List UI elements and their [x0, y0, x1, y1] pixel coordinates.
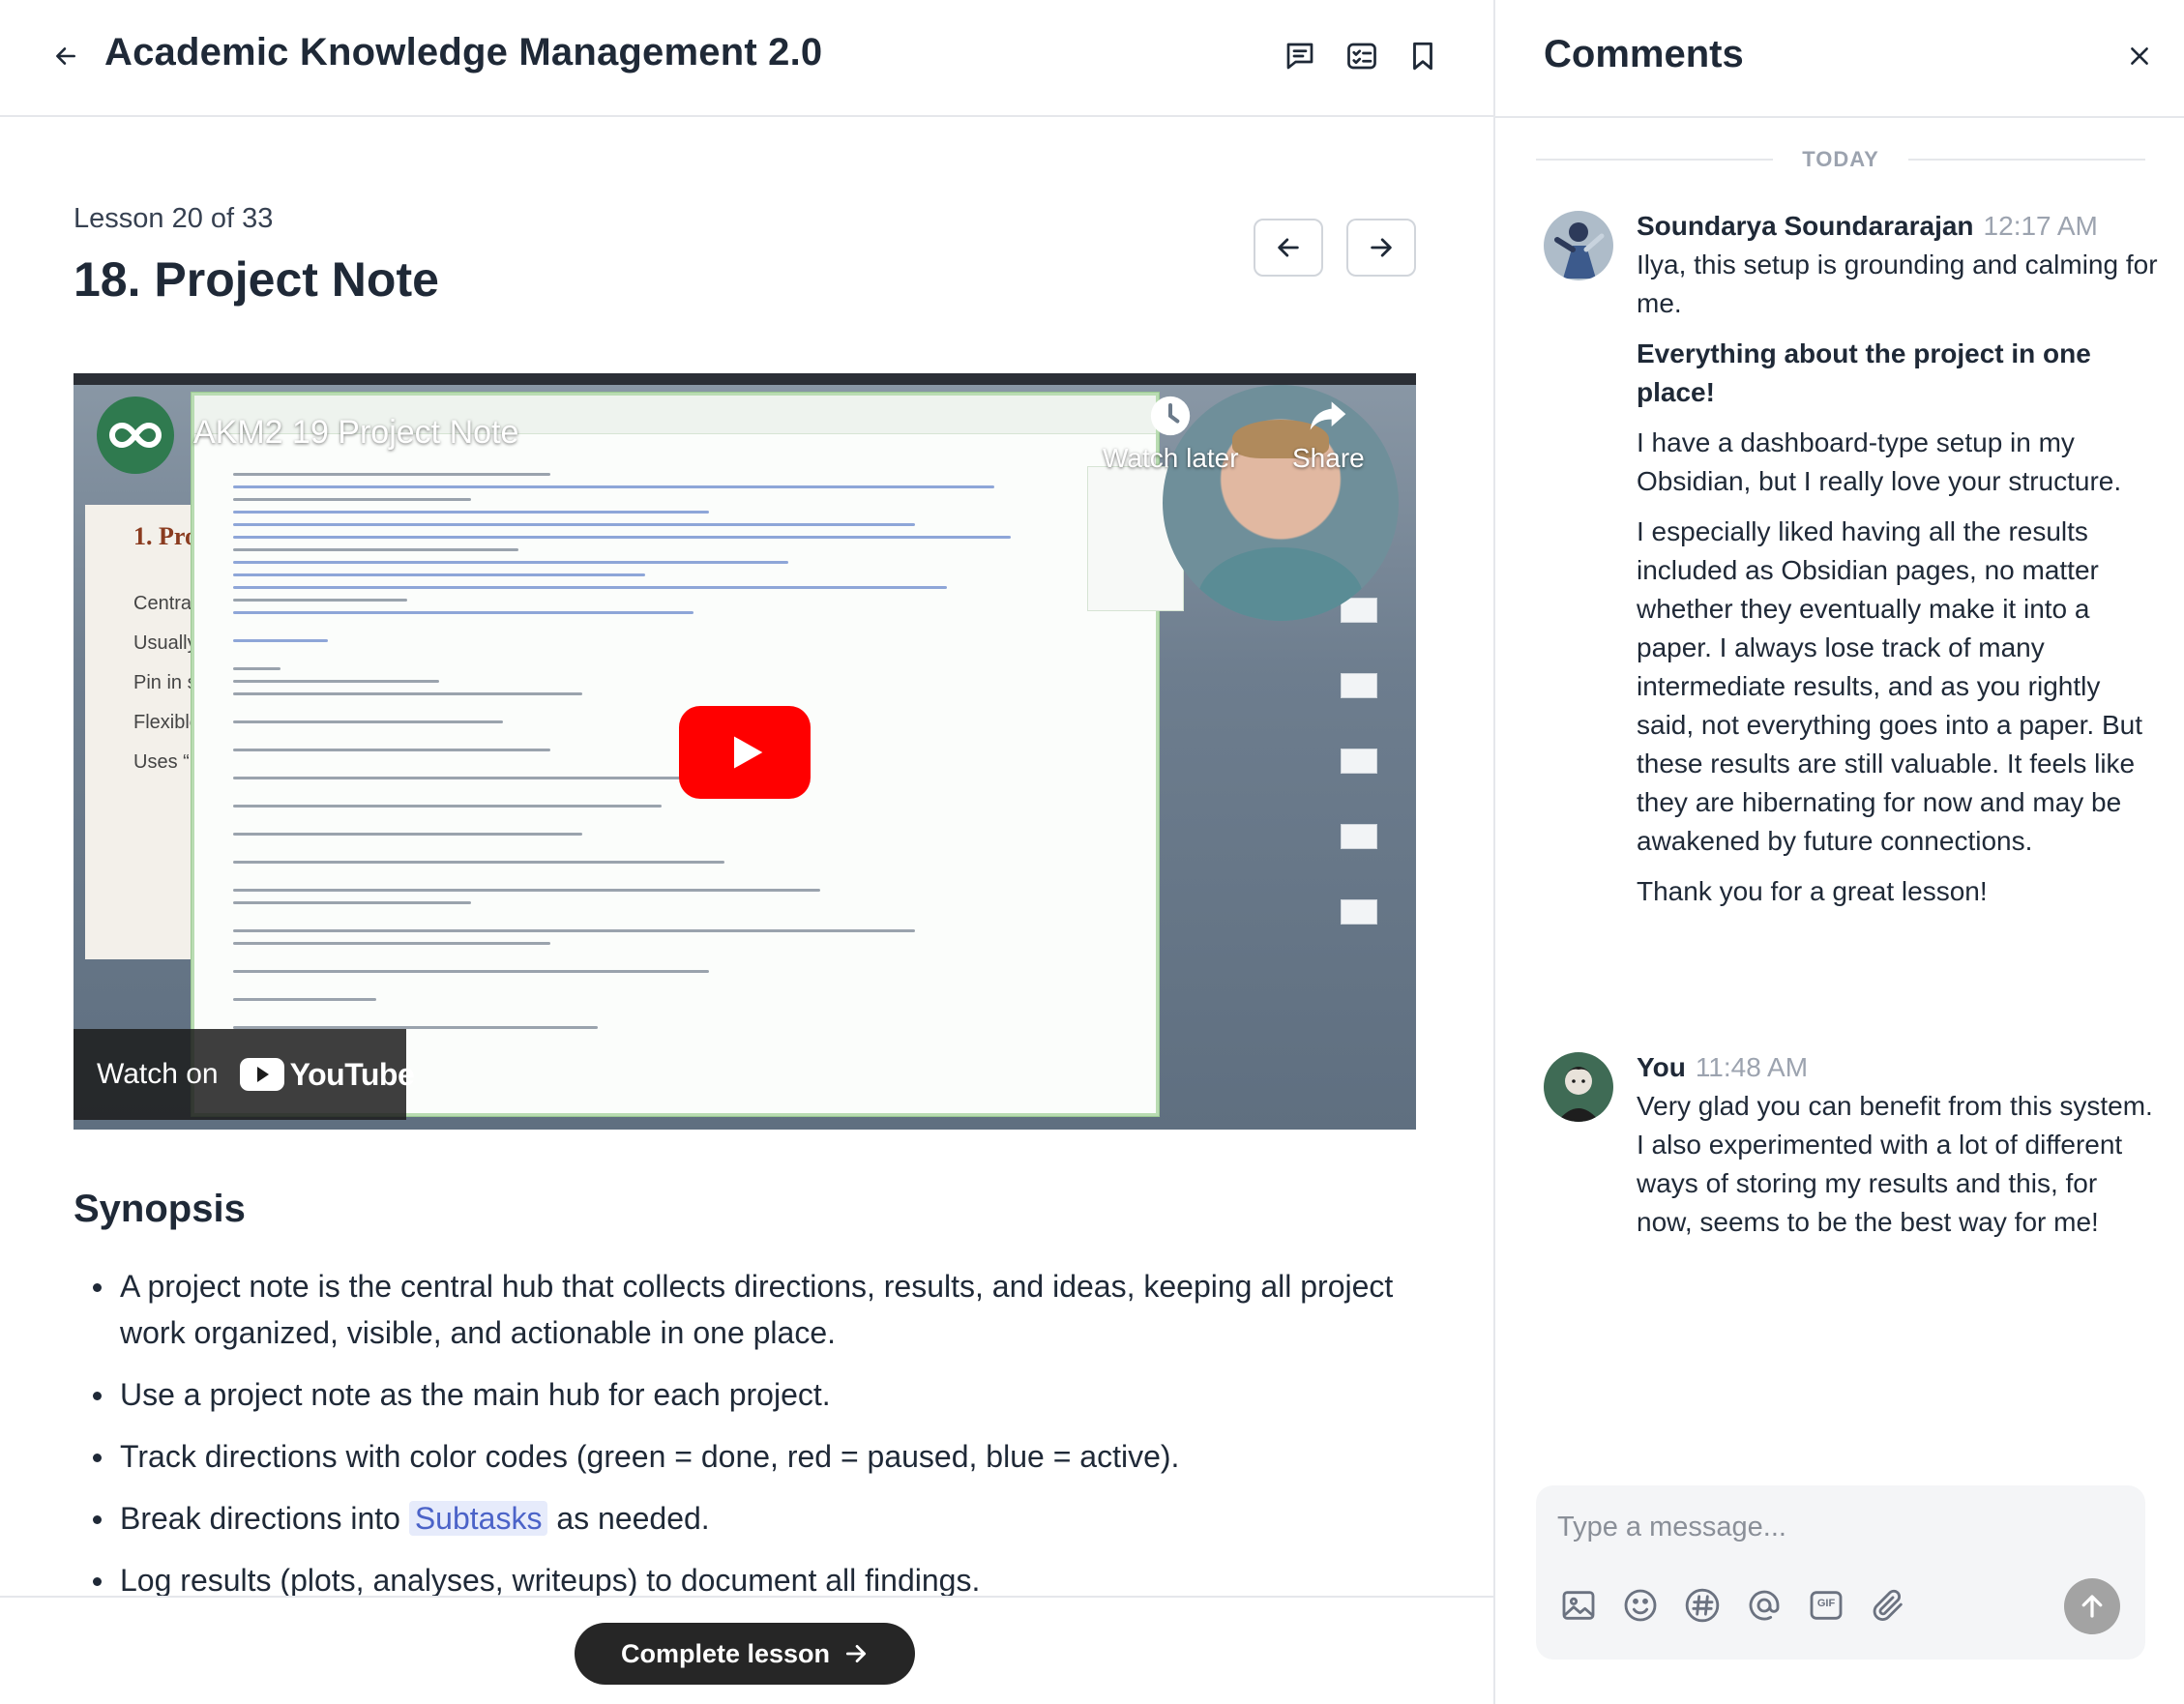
video-slide-line: Uses “	[133, 751, 190, 773]
insert-hashtag-button[interactable]	[1679, 1582, 1726, 1629]
checklist-button[interactable]	[1341, 35, 1383, 77]
comment-body: Soundarya Soundararajan 12:17 AM Ilya, th…	[1637, 207, 2159, 923]
share-icon	[1311, 401, 1346, 430]
youtube-wordmark: YouTube	[289, 1056, 415, 1092]
comment-author[interactable]: You	[1637, 1052, 1686, 1082]
avatar[interactable]	[1544, 211, 1613, 280]
comment-text: Everything about the project in one plac…	[1637, 338, 2091, 407]
comment-time: 12:17 AM	[1983, 211, 2098, 241]
clock-icon	[1151, 396, 1191, 436]
youtube-logo: YouTube	[239, 1056, 415, 1093]
complete-lesson-label: Complete lesson	[620, 1638, 831, 1668]
synopsis-item: Use a project note as the main hub for e…	[74, 1371, 1428, 1418]
watch-later-button[interactable]: Watch later	[1103, 395, 1239, 474]
play-button[interactable]	[679, 706, 811, 799]
synopsis-item-text: as needed.	[556, 1501, 710, 1536]
mention-icon	[1749, 1590, 1780, 1621]
comment-body: You 11:48 AM Very glad you can benefit fr…	[1637, 1048, 2159, 1253]
close-icon	[2131, 47, 2148, 65]
comment-text: Very glad you can benefit from this syst…	[1637, 1091, 2153, 1237]
comment-item: Soundarya Soundararajan 12:17 AM Ilya, th…	[1544, 207, 2163, 1000]
comment-meta: Soundarya Soundararajan 12:17 AM	[1637, 207, 2159, 246]
comment-author[interactable]: Soundarya Soundararajan	[1637, 211, 1974, 241]
channel-logo[interactable]	[97, 397, 174, 474]
synopsis-item-text: Break directions into	[120, 1501, 400, 1536]
video-desktop-files	[1341, 598, 1387, 975]
comment-text: Thank you for a great lesson!	[1637, 876, 1988, 906]
video-player[interactable]: 1. Pro Centra Usually Pin in s Flexible …	[74, 373, 1416, 1130]
video-slide-line: Usually	[133, 632, 197, 654]
lesson-pane: Academic Knowledge Management 2.0 Lesson…	[0, 0, 1493, 1704]
arrow-left-icon	[1278, 238, 1299, 257]
video-document-text	[233, 473, 1026, 1039]
watch-on-youtube-button[interactable]: Watch on YouTube	[74, 1029, 415, 1120]
insert-image-button[interactable]	[1555, 1582, 1602, 1629]
arrow-up-icon	[2081, 1595, 2103, 1618]
share-label: Share	[1292, 443, 1365, 473]
synopsis-list: A project note is the central hub that c…	[74, 1263, 1428, 1619]
comment-text: I especially liked having all the re­sul…	[1637, 516, 2143, 856]
synopsis-item: Track directions with color codes (green…	[74, 1433, 1428, 1480]
comments-title: Comments	[1544, 33, 1744, 75]
synopsis-item: Break directions into Subtasks as needed…	[74, 1495, 1428, 1542]
comments-header-divider	[1495, 116, 2184, 118]
comments-panel: Comments TODAY Soundarya Soundararajan 12…	[1493, 0, 2184, 1704]
top-bar: Academic Knowledge Management 2.0	[0, 0, 1493, 117]
attach-file-button[interactable]	[1865, 1582, 1911, 1629]
video-slide-title: 1. Pro	[133, 522, 197, 550]
previous-lesson-button[interactable]	[1254, 219, 1323, 277]
infinity-logo-icon	[109, 422, 162, 449]
video-slide-line: Pin in s	[133, 672, 197, 693]
day-separator: TODAY	[1536, 145, 2145, 174]
bottom-bar: Complete lesson	[0, 1596, 1493, 1704]
complete-lesson-button[interactable]: Complete lesson	[575, 1623, 915, 1685]
day-label: TODAY	[1802, 147, 1879, 171]
video-document-window	[192, 393, 1159, 1116]
video-title[interactable]: AKM2 19 Project Note	[193, 414, 518, 452]
gif-label: GIF	[1816, 1598, 1836, 1609]
next-lesson-button[interactable]	[1346, 219, 1416, 277]
lesson-counter: Lesson 20 of 33	[74, 203, 274, 234]
bookmark-icon	[1413, 42, 1432, 71]
video-desktop-menubar	[74, 373, 1416, 385]
send-message-button[interactable]	[2064, 1578, 2120, 1634]
comment-time: 11:48 AM	[1695, 1052, 1809, 1082]
hashtag-icon	[1685, 1588, 1720, 1623]
comment-item: You 11:48 AM Very glad you can benefit fr…	[1544, 1048, 2163, 1300]
insert-emoji-button[interactable]	[1617, 1582, 1664, 1629]
insert-mention-button[interactable]	[1741, 1582, 1787, 1629]
video-slide-lines: Centra Usually Pin in s Flexible Uses “	[133, 584, 200, 782]
youtube-icon	[239, 1058, 284, 1091]
subtasks-link[interactable]: Subtasks	[408, 1501, 548, 1536]
share-button[interactable]: Share	[1292, 395, 1365, 474]
lesson-title: 18. Project Note	[74, 252, 439, 307]
arrow-right-icon	[843, 1641, 869, 1666]
close-comments-button[interactable]	[2120, 37, 2159, 75]
avatar[interactable]	[1544, 1052, 1613, 1122]
watch-on-label: Watch on	[97, 1058, 219, 1090]
play-icon	[734, 736, 763, 769]
comments-icon	[1286, 43, 1313, 70]
back-arrow-icon	[56, 47, 75, 65]
emoji-icon	[1624, 1589, 1657, 1622]
synopsis-item: A project note is the central hub that c…	[74, 1263, 1428, 1356]
comment-text: I have a dashboard-type setup in my Obsi…	[1637, 427, 2122, 496]
synopsis-heading: Synopsis	[74, 1188, 246, 1230]
app-title: Academic Knowledge Management 2.0	[104, 31, 823, 73]
comments-toggle-button[interactable]	[1279, 35, 1321, 77]
image-icon	[1562, 1591, 1595, 1620]
comment-text: Ilya, this setup is grounding and calmin…	[1637, 250, 2158, 318]
bookmark-button[interactable]	[1402, 35, 1444, 77]
arrow-right-icon	[1371, 238, 1392, 257]
video-slide-line: Centra	[133, 593, 192, 614]
watch-later-label: Watch later	[1103, 443, 1239, 473]
message-composer: GIF	[1536, 1485, 2145, 1660]
message-input[interactable]	[1557, 1503, 2118, 1551]
back-button[interactable]	[46, 37, 85, 75]
comment-meta: You 11:48 AM	[1637, 1048, 2159, 1087]
attachment-icon	[1873, 1589, 1903, 1622]
checklist-icon	[1347, 43, 1376, 70]
video-slide-line: Flexible	[133, 712, 200, 733]
